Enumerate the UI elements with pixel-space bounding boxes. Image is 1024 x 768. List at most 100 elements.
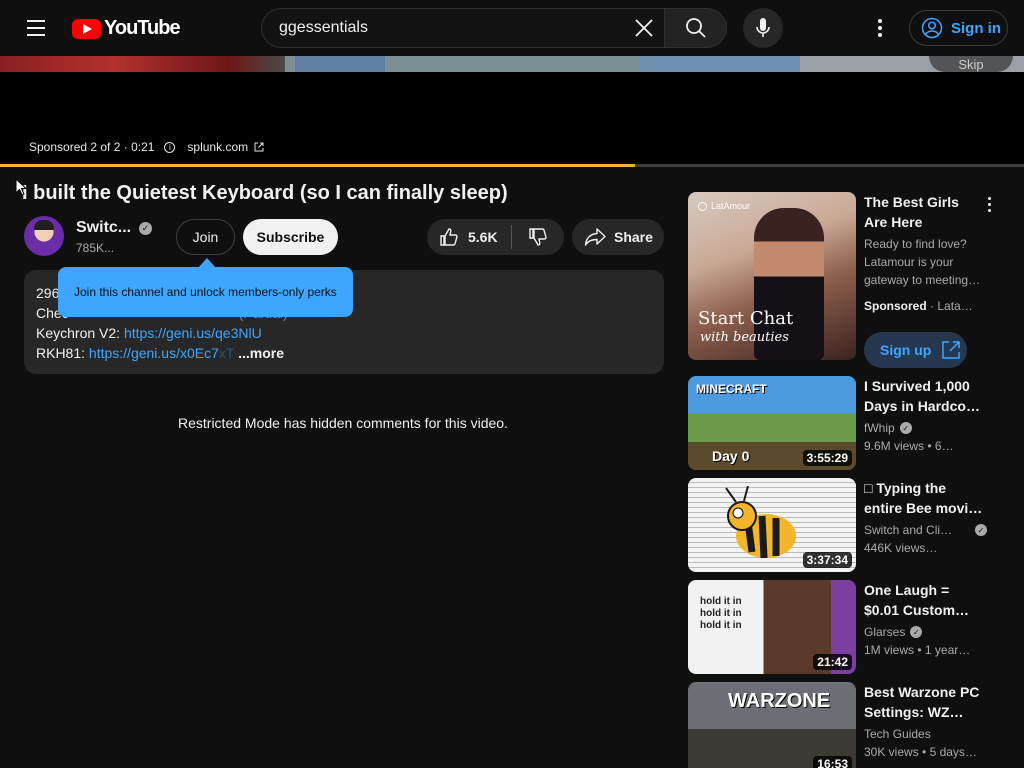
title-line: Best Warzone PC <box>864 684 980 700</box>
view-count: 30K views <box>864 745 919 759</box>
settings-more-button[interactable] <box>866 14 894 42</box>
menu-button[interactable] <box>20 14 52 42</box>
share-button[interactable]: Share <box>572 219 664 255</box>
ad-menu-button[interactable] <box>983 194 995 214</box>
video-thumbnail[interactable]: MINECRAFT Day 0 3:55:29 <box>688 376 856 470</box>
sign-in-label: Sign in <box>951 19 1001 37</box>
thumb-text: WARZONE <box>728 690 831 712</box>
voice-search-button[interactable] <box>743 8 783 48</box>
video-title[interactable]: I Survived 1,000 Days in Hardcor… <box>864 376 984 416</box>
thumb-text: hold it in <box>700 596 742 607</box>
like-dislike-group: 5.6K <box>427 219 564 255</box>
ad-domain-link[interactable]: splunk.com <box>187 140 248 154</box>
view-count: 446K views… <box>864 541 938 555</box>
video-channel[interactable]: Tech Guides <box>864 727 931 741</box>
upload-age: 6… <box>934 439 954 453</box>
sponsored-label: Sponsored <box>864 299 927 313</box>
description-line: Keychron V2: https://geni.us/qe3NlU <box>36 323 262 343</box>
video-title[interactable]: Best Warzone PC Settings: WZ… <box>864 682 984 722</box>
video-title[interactable]: One Laugh = $0.01 Custom… <box>864 580 984 620</box>
search-input[interactable] <box>262 19 602 37</box>
video-player[interactable]: Skip Sponsored 2 of 2 · 0:21 i splunk.co… <box>0 56 1024 166</box>
recommendation-item[interactable]: WARZONE 16:53 Best Warzone PC Settings: W… <box>688 682 1018 768</box>
youtube-logo[interactable]: YouTube <box>72 17 181 40</box>
video-stats: 9.6M views • 6… <box>864 439 954 453</box>
title-line: □ Typing the <box>864 480 947 496</box>
verified-icon: ✓ <box>975 524 988 536</box>
title-line: $0.01 Custom… <box>864 602 970 618</box>
info-icon[interactable]: i <box>164 141 176 153</box>
recommendation-item[interactable]: hold it in hold it in hold it in 21:42 One… <box>688 580 1018 674</box>
description-line: 296 <box>36 283 59 303</box>
kebab-icon-dot <box>878 26 882 30</box>
ad-info-bar: Sponsored 2 of 2 · 0:21 i splunk.com <box>29 140 264 154</box>
kebab-icon-dot <box>987 208 991 212</box>
top-header: YouTube Sign in <box>0 0 1024 56</box>
rkh81-link[interactable]: https://geni.us/x0Ec7xT <box>89 345 234 361</box>
thumb-text: hold it in <box>700 620 742 631</box>
video-title: I built the Quietest Keyboard (so I can … <box>22 182 508 204</box>
upload-age: 5 days… <box>929 745 977 759</box>
thumb-minecraft-text: MINECRAFT <box>696 382 767 396</box>
video-title[interactable]: □ Typing the entire Bee movi… <box>864 478 984 518</box>
ad-frame-figure <box>295 56 385 72</box>
sidebar-ad-meta: Sponsored · Lata… <box>864 299 973 313</box>
bee-illustration <box>725 486 796 559</box>
ad-sponsored-label: Sponsored 2 of 2 · 0:21 <box>29 140 155 154</box>
keychron-label: Keychron V2: <box>36 325 124 341</box>
account-icon <box>921 17 943 39</box>
like-button[interactable]: 5.6K <box>427 219 511 255</box>
video-thumbnail[interactable]: hold it in hold it in hold it in 21:42 <box>688 580 856 674</box>
video-channel[interactable]: fWhip ✓ <box>864 421 912 435</box>
thumb-text: Day 0 <box>712 448 750 464</box>
ad-frame-figure <box>640 56 800 72</box>
thumbs-down-icon <box>529 228 547 246</box>
video-channel[interactable]: Switch and Cli… ✓ <box>864 523 988 537</box>
external-link-icon <box>942 341 961 359</box>
menu-icon-bar <box>27 27 45 29</box>
video-thumbnail[interactable]: WARZONE 16:53 <box>688 682 856 768</box>
dislike-button[interactable] <box>512 219 564 255</box>
keychron-link[interactable]: https://geni.us/qe3NlU <box>124 325 262 341</box>
recommendation-item[interactable]: MINECRAFT Day 0 3:55:29 I Survived 1,000… <box>688 376 1018 470</box>
search-icon <box>685 18 706 38</box>
channel-name: fWhip <box>864 421 895 435</box>
video-stats: 30K views • 5 days… <box>864 745 977 759</box>
video-duration: 16:53 <box>813 756 852 768</box>
share-label: Share <box>614 229 653 245</box>
ad-progress-bar[interactable] <box>0 164 1024 167</box>
ad-video-frame <box>0 56 1024 72</box>
channel-avatar[interactable] <box>24 216 64 256</box>
skip-label: Skip <box>958 57 984 72</box>
skip-ad-button[interactable]: Skip <box>929 56 1013 72</box>
sign-up-button[interactable]: Sign up <box>864 332 967 368</box>
microphone-icon <box>756 18 770 37</box>
ad-brand-name: LatAmour <box>711 201 751 211</box>
video-channel[interactable]: Glarses ✓ <box>864 625 923 639</box>
video-thumbnail[interactable]: 3:37:34 <box>688 478 856 572</box>
recommendation-item[interactable]: 3:37:34 □ Typing the entire Bee movi… Swi… <box>688 478 1018 572</box>
video-duration: 3:55:29 <box>802 450 852 466</box>
kebab-icon-dot <box>987 202 991 206</box>
ad-brand: LatAmour <box>698 201 750 211</box>
description-line: RKH81: https://geni.us/x0Ec7xT ...more <box>36 343 284 363</box>
advertiser-name: Lata… <box>937 299 973 313</box>
verified-icon: ✓ <box>139 222 152 235</box>
clear-search-button[interactable] <box>629 13 659 43</box>
title-line: entire Bee movi… <box>864 500 983 516</box>
kebab-icon-dot <box>878 33 882 37</box>
subscribe-button[interactable]: Subscribe <box>243 219 338 255</box>
sign-in-button[interactable]: Sign in <box>909 10 1008 46</box>
restricted-mode-message: Restricted Mode has hidden comments for … <box>178 415 508 431</box>
sidebar-ad-title[interactable]: The Best Girls Are Here <box>864 192 982 232</box>
mouse-cursor-icon <box>15 178 27 196</box>
view-count: 1M views <box>864 643 915 657</box>
logo-text: YouTube <box>104 17 181 39</box>
channel-name: Switch and Cli… <box>864 523 953 537</box>
join-button[interactable]: Join <box>176 219 235 255</box>
sidebar-ad-thumbnail[interactable]: LatAmour Start Chat with beauties <box>688 192 856 360</box>
show-more-button[interactable]: ...more <box>238 345 284 361</box>
channel-name[interactable]: Switc... <box>76 219 131 237</box>
search-button[interactable] <box>664 8 727 48</box>
sidebar-ad-description: Ready to find love? Latamour is your gat… <box>864 237 981 287</box>
